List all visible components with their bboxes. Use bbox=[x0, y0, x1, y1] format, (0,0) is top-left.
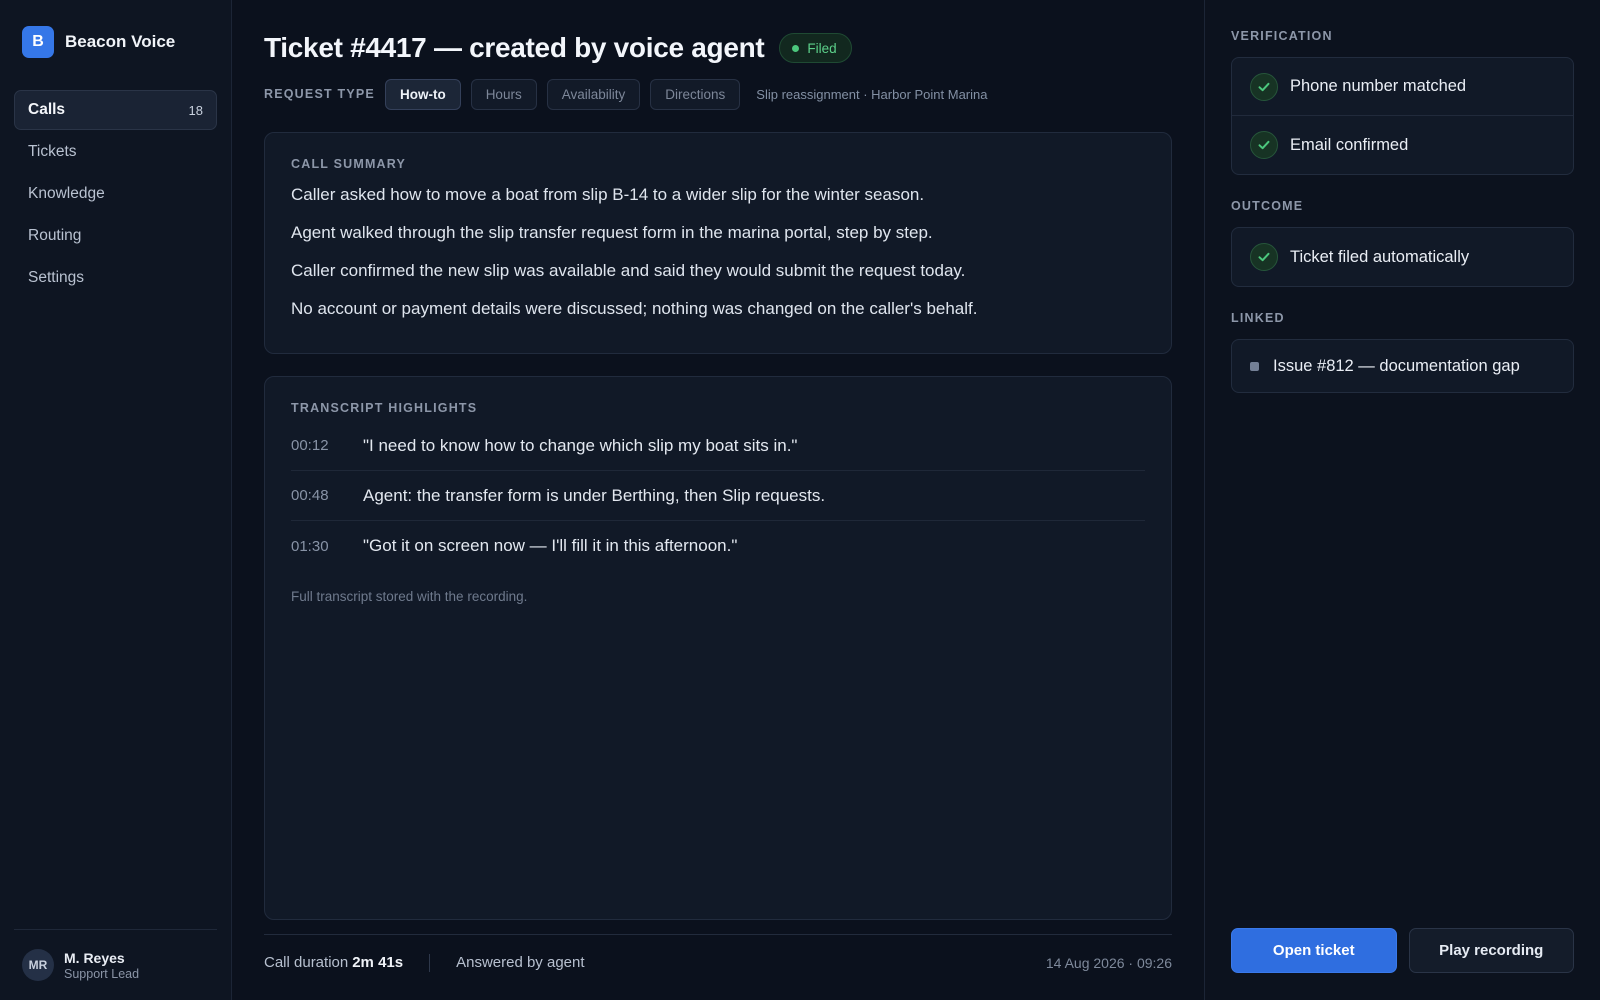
call-timestamp: 14 Aug 2026 · 09:26 bbox=[1045, 954, 1172, 971]
call-summary-heading: CALL SUMMARY bbox=[291, 157, 407, 171]
sidebar-item-knowledge[interactable]: Knowledge bbox=[14, 174, 217, 214]
linked-panel: Issue #812 — documentation gap bbox=[1231, 339, 1574, 393]
sidebar-item-label: Routing bbox=[28, 227, 82, 244]
request-type-chip-hours[interactable]: Hours bbox=[470, 78, 537, 110]
brand-name: Beacon Voice bbox=[65, 32, 176, 51]
request-type-chip-directions[interactable]: Directions bbox=[650, 78, 741, 110]
action-buttons: Open ticket Play recording bbox=[1231, 928, 1574, 973]
linked-issue[interactable]: Issue #812 — documentation gap bbox=[1232, 340, 1573, 392]
call-duration-label: Call duration bbox=[264, 954, 349, 971]
call-footer: Call duration 2m 41s Answered by agent 1… bbox=[264, 934, 1172, 990]
summary-line: Caller asked how to move a boat from sli… bbox=[291, 185, 925, 204]
status-badge-label: Filed bbox=[807, 40, 837, 56]
sidebar-item-settings[interactable]: Settings bbox=[14, 258, 217, 298]
check-icon bbox=[1250, 131, 1278, 159]
verification-item: Phone number matched bbox=[1232, 58, 1573, 116]
main-content: Ticket #4417 — created by voice agent Fi… bbox=[232, 0, 1204, 1000]
sidebar: B Beacon Voice Calls 18 Tickets Knowledg… bbox=[0, 0, 232, 1000]
check-icon bbox=[1250, 243, 1278, 271]
outcome-item: Ticket filed automatically bbox=[1232, 228, 1573, 286]
call-duration-value: 2m 41s bbox=[352, 954, 404, 971]
status-badge: Filed bbox=[779, 33, 852, 63]
outcome-heading: OUTCOME bbox=[1231, 199, 1304, 213]
transcript-timestamp: 00:12 bbox=[291, 437, 329, 454]
sidebar-item-routing[interactable]: Routing bbox=[14, 216, 217, 256]
status-dot-icon bbox=[792, 44, 800, 52]
app-root: B Beacon Voice Calls 18 Tickets Knowledg… bbox=[0, 0, 1600, 1000]
transcript-text: Agent: the transfer form is under Berthi… bbox=[363, 485, 826, 505]
request-type-chip-how-to[interactable]: How-to bbox=[384, 78, 461, 110]
verification-item: Email confirmed bbox=[1232, 116, 1573, 174]
request-type-chip-availability[interactable]: Availability bbox=[546, 78, 641, 110]
user-info: M. Reyes Support Lead bbox=[64, 950, 139, 981]
request-type-label: REQUEST TYPE bbox=[264, 87, 375, 101]
summary-line: Agent walked through the slip transfer r… bbox=[291, 223, 933, 242]
summary-line: No account or payment details were discu… bbox=[291, 299, 978, 318]
issue-square-icon bbox=[1250, 361, 1259, 371]
user-name: M. Reyes bbox=[64, 949, 125, 966]
avatar: MR bbox=[22, 949, 54, 981]
page-title: Ticket #4417 — created by voice agent bbox=[264, 32, 765, 63]
open-ticket-button[interactable]: Open ticket bbox=[1231, 928, 1397, 973]
sidebar-item-tickets[interactable]: Tickets bbox=[14, 132, 217, 172]
transcript-row[interactable]: 00:48 Agent: the transfer form is under … bbox=[291, 471, 1145, 521]
verification-heading: VERIFICATION bbox=[1231, 29, 1333, 43]
answered-by: Answered by agent bbox=[456, 954, 585, 971]
brand[interactable]: B Beacon Voice bbox=[14, 0, 217, 84]
transcript-text: "I need to know how to change which slip… bbox=[363, 435, 798, 455]
sidebar-item-label: Calls bbox=[28, 101, 66, 118]
transcript-heading: TRANSCRIPT HIGHLIGHTS bbox=[291, 401, 478, 415]
user-profile[interactable]: MR M. Reyes Support Lead bbox=[14, 929, 217, 1000]
brand-logo: B bbox=[22, 26, 54, 58]
outcome-panel: Ticket filed automatically bbox=[1231, 227, 1574, 287]
request-type-bar: REQUEST TYPE How-to Hours Availability D… bbox=[264, 78, 1172, 110]
verification-panel: Phone number matched Email confirmed bbox=[1231, 57, 1574, 175]
outcome-item-label: Ticket filed automatically bbox=[1290, 247, 1470, 266]
sidebar-item-calls[interactable]: Calls 18 bbox=[14, 90, 217, 130]
sidebar-item-label: Settings bbox=[28, 269, 85, 286]
linked-heading: LINKED bbox=[1231, 311, 1285, 325]
request-type-meta: Slip reassignment · Harbor Point Marina bbox=[756, 86, 988, 102]
transcript-list: 00:12 "I need to know how to change whic… bbox=[291, 421, 1145, 571]
verification-item-label: Email confirmed bbox=[1290, 135, 1409, 154]
footer-divider bbox=[429, 953, 431, 972]
linked-issue-label: Issue #812 — documentation gap bbox=[1273, 356, 1520, 375]
ticket-header: Ticket #4417 — created by voice agent Fi… bbox=[264, 26, 1172, 70]
calls-count-badge: 18 bbox=[188, 102, 203, 118]
transcript-note: Full transcript stored with the recordin… bbox=[291, 589, 528, 604]
transcript-row[interactable]: 00:12 "I need to know how to change whic… bbox=[291, 421, 1145, 471]
sidebar-nav: Calls 18 Tickets Knowledge Routing Setti… bbox=[14, 90, 217, 298]
summary-line: Caller confirmed the new slip was availa… bbox=[291, 261, 966, 280]
sidebar-item-label: Knowledge bbox=[28, 185, 105, 202]
user-role: Support Lead bbox=[64, 966, 140, 981]
transcript-timestamp: 00:48 bbox=[291, 487, 329, 504]
check-icon bbox=[1250, 72, 1278, 101]
transcript-text: "Got it on screen now — I'll fill it in … bbox=[363, 536, 738, 555]
transcript-timestamp: 01:30 bbox=[291, 537, 329, 555]
details-panel: VERIFICATION Phone number matched Email … bbox=[1204, 0, 1600, 1000]
call-summary-card: CALL SUMMARY Caller asked how to move a … bbox=[264, 132, 1172, 354]
verification-item-label: Phone number matched bbox=[1290, 77, 1467, 95]
sidebar-item-label: Tickets bbox=[28, 143, 77, 160]
play-recording-button[interactable]: Play recording bbox=[1408, 928, 1574, 973]
transcript-highlights-card: TRANSCRIPT HIGHLIGHTS 00:12 "I need to k… bbox=[264, 376, 1172, 920]
transcript-row[interactable]: 01:30 "Got it on screen now — I'll fill … bbox=[291, 521, 1145, 571]
